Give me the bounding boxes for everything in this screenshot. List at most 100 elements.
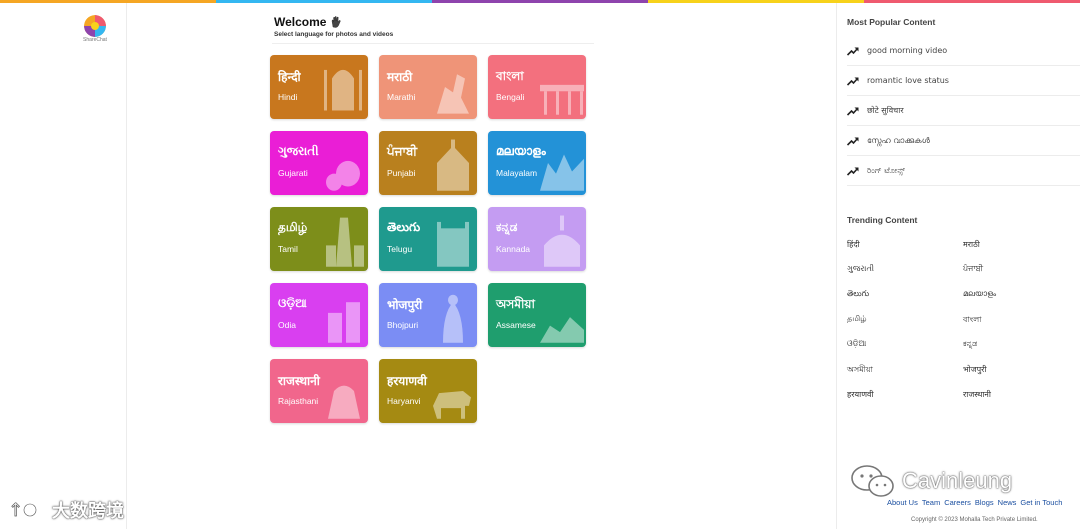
trending-language-link[interactable]: অসমীয়া <box>847 364 873 377</box>
footer-link-team[interactable]: Team <box>922 498 940 507</box>
trending-language-link[interactable]: తెలుగు <box>847 289 869 300</box>
trending-language-link[interactable]: हिंदी <box>847 239 860 250</box>
language-card-hindi[interactable]: हिन्दी Hindi <box>270 55 368 119</box>
welcome-title-text: Welcome <box>274 15 327 29</box>
trending-language-link[interactable]: ಕನ್ನಡ <box>963 339 977 349</box>
trending-up-icon <box>847 167 859 176</box>
trending-language-link[interactable]: ਪੰਜਾਬੀ <box>963 264 983 274</box>
monument-illustration-icon <box>324 69 362 111</box>
trending-language-link[interactable]: தமிழ் <box>847 314 867 324</box>
footer-link-careers[interactable]: Careers <box>944 498 971 507</box>
language-card-bengali[interactable]: বাংলা Bengali <box>488 55 586 119</box>
language-english-name: Gujarati <box>278 168 308 178</box>
footer-link-get-in-touch[interactable]: Get in Touch <box>1020 498 1062 507</box>
language-native-name: తెలుగు <box>387 220 421 234</box>
popular-item-label: romantic love status <box>867 76 949 85</box>
svg-text:↑: ↑ <box>8 500 23 521</box>
monument-illustration-icon <box>433 391 471 419</box>
trending-up-icon <box>847 137 859 146</box>
watermark-right-text: Cavinleung <box>902 468 1013 493</box>
popular-item[interactable]: ರಿಂಗ್ ಟೋನ್ಸ್ <box>847 156 1080 186</box>
language-english-name: Kannada <box>496 244 531 254</box>
footer-link-about-us[interactable]: About Us <box>887 498 918 507</box>
language-english-name: Assamese <box>496 320 536 330</box>
language-card-odia[interactable]: ଓଡ଼ିଆ Odia <box>270 283 368 347</box>
footer-link-news[interactable]: News <box>998 498 1017 507</box>
language-english-name: Punjabi <box>387 168 416 178</box>
language-english-name: Rajasthani <box>278 396 319 406</box>
popular-item[interactable]: romantic love status <box>847 66 1080 96</box>
sharechat-logo[interactable] <box>84 15 106 37</box>
popular-item-label: छोटे सुविचार <box>867 106 904 115</box>
monument-illustration-icon <box>328 302 360 343</box>
language-native-name: മലയാളം <box>496 144 546 158</box>
language-card-assamese[interactable]: অসমীয়া Assamese <box>488 283 586 347</box>
trending-language-link[interactable]: മലയാളം <box>963 289 996 299</box>
top-color-segment <box>648 0 864 3</box>
trending-language-link[interactable]: राजस्थानी <box>963 389 991 400</box>
language-english-name: Tamil <box>278 244 298 254</box>
trending-heading: Trending Content <box>847 215 918 225</box>
monument-illustration-icon <box>437 74 469 114</box>
language-card-gujarati[interactable]: ગુજરાતી Gujarati <box>270 131 368 195</box>
popular-item-label: good morning video <box>867 46 948 55</box>
language-english-name: Malayalam <box>496 168 538 178</box>
language-card-tamil[interactable]: தமிழ் Tamil <box>270 207 368 271</box>
monument-illustration-icon <box>443 294 463 343</box>
waving-hand-icon <box>332 16 342 28</box>
watermark-logo-icon: ↑ <box>8 500 37 521</box>
language-native-name: ગુજરાતી <box>278 144 319 158</box>
trending-language-link[interactable]: हरयाणवी <box>847 389 874 400</box>
monument-illustration-icon <box>326 217 364 267</box>
popular-item[interactable]: छोटे सुविचार <box>847 96 1080 126</box>
welcome-title: Welcome <box>274 15 342 29</box>
watermark-right: Cavinleung <box>850 464 1012 498</box>
trending-language-link[interactable]: বাংলা <box>963 314 982 327</box>
language-native-name: हिन्दी <box>278 70 301 84</box>
language-card-haryanvi[interactable]: हरयाणवी Haryanvi <box>379 359 477 423</box>
language-native-name: ಕನ್ನಡ <box>496 220 518 234</box>
monument-illustration-icon <box>437 139 469 191</box>
language-native-name: অসমীয়া <box>496 297 535 311</box>
language-native-name: भोजपुरी <box>387 298 423 312</box>
language-card-marathi[interactable]: मराठी Marathi <box>379 55 477 119</box>
language-english-name: Odia <box>278 320 296 330</box>
language-card-kannada[interactable]: ಕನ್ನಡ Kannada <box>488 207 586 271</box>
trending-language-link[interactable]: मराठी <box>963 239 980 250</box>
right-panel: Most Popular Content good morning video r… <box>836 3 1080 529</box>
language-card-telugu[interactable]: తెలుగు Telugu <box>379 207 477 271</box>
popular-item-label: സ്നേഹ വാക്കുകള്‍ <box>867 135 930 145</box>
logo-text: ShareChat <box>83 37 107 43</box>
language-english-name: Bengali <box>496 92 525 102</box>
language-native-name: বাংলা <box>496 69 524 83</box>
language-english-name: Telugu <box>387 244 413 254</box>
language-english-name: Bhojpuri <box>387 320 419 330</box>
top-color-segment <box>216 0 432 3</box>
language-native-name: मराठी <box>387 70 413 84</box>
language-card-malayalam[interactable]: മലയാളം Malayalam <box>488 131 586 195</box>
language-card-bhojpuri[interactable]: भोजपुरी Bhojpuri <box>379 283 477 347</box>
language-native-name: ଓଡ଼ିଆ <box>278 296 307 310</box>
language-english-name: Haryanvi <box>387 396 421 406</box>
language-native-name: हरयाणवी <box>387 374 427 388</box>
trending-up-icon <box>847 107 859 116</box>
popular-item[interactable]: സ്നേഹ വാക്കുകള്‍ <box>847 126 1080 156</box>
copyright: Copyright © 2023 Mohalla Tech Private Li… <box>911 517 1038 523</box>
trending-language-link[interactable]: ଓଡ଼ିଆ <box>847 339 866 349</box>
language-card-punjabi[interactable]: ਪੰਜਾਬੀ Punjabi <box>379 131 477 195</box>
popular-heading: Most Popular Content <box>847 17 936 27</box>
monument-illustration-icon <box>437 221 469 267</box>
monument-illustration-icon <box>544 215 580 267</box>
popular-item[interactable]: good morning video <box>847 36 1080 66</box>
top-color-segment <box>432 0 648 3</box>
language-card-rajasthani[interactable]: राजस्थानी Rajasthani <box>270 359 368 423</box>
language-english-name: Hindi <box>278 92 298 102</box>
language-english-name: Marathi <box>387 92 416 102</box>
trending-language-link[interactable]: ગુજરાતી <box>847 264 874 274</box>
welcome-subtitle: Select language for photos and videos <box>274 31 394 38</box>
trending-up-icon <box>847 47 859 56</box>
watermark-left-text: 大数跨境 <box>52 501 124 522</box>
footer-link-blogs[interactable]: Blogs <box>975 498 994 507</box>
divider <box>272 43 594 44</box>
trending-language-link[interactable]: भोजपुरी <box>963 364 987 375</box>
